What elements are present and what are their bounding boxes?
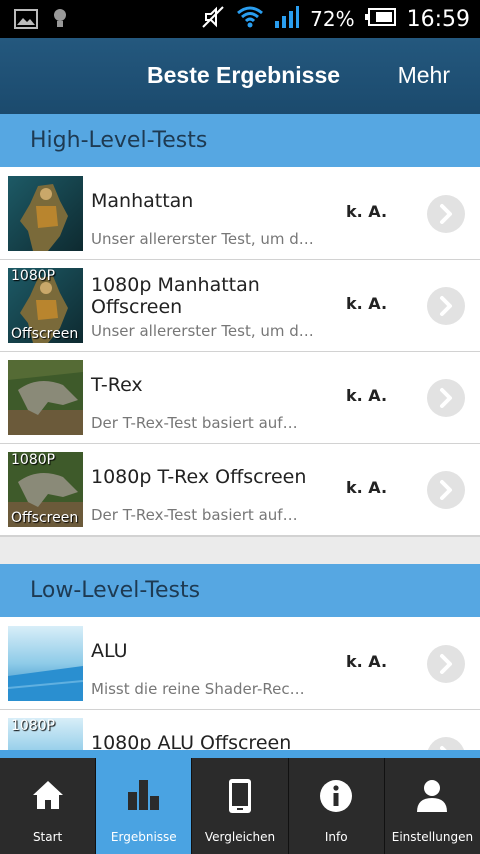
row-title: ALU <box>91 640 128 662</box>
row-title: 1080p Manhattan Offscreen <box>91 274 260 318</box>
row-description: Unser allererster Test, um d… <box>91 230 314 248</box>
row-title: 1080p T-Rex Offscreen <box>91 466 307 488</box>
chevron-right-icon[interactable] <box>427 645 465 683</box>
tab-ergebnisse[interactable]: Ergebnisse <box>96 758 193 854</box>
list-item[interactable]: 1080P Offscreen 1080p Manhattan Offscree… <box>0 260 480 352</box>
row-title: 1080p ALU Offscreen <box>91 732 292 750</box>
thumbnail-alu-offscreen: 1080P <box>8 718 83 750</box>
status-bar: 72% 16:59 <box>0 0 480 38</box>
wifi-icon <box>236 5 264 33</box>
section-divider <box>0 536 480 564</box>
phone-icon <box>227 778 253 818</box>
tab-vergleichen[interactable]: Vergleichen <box>192 758 289 854</box>
list-item[interactable]: ALU Misst die reine Shader-Rec… k. A. <box>0 618 480 710</box>
more-button[interactable]: Mehr <box>398 62 450 89</box>
row-description: Der T-Rex-Test basiert auf… <box>91 414 298 432</box>
section-header-low-level: Low-Level-Tests <box>0 564 480 618</box>
row-score: k. A. <box>346 478 388 497</box>
thumbnail-t-rex <box>8 360 83 435</box>
row-title: T-Rex <box>91 374 143 396</box>
list-item[interactable]: Manhattan Unser allererster Test, um d… … <box>0 168 480 260</box>
home-icon <box>31 778 65 818</box>
chevron-right-icon[interactable] <box>427 737 465 750</box>
row-score: k. A. <box>346 294 388 313</box>
clock: 16:59 <box>406 6 470 32</box>
tab-start[interactable]: Start <box>0 758 97 854</box>
person-icon <box>415 778 449 818</box>
thumbnail-manhattan <box>8 176 83 251</box>
tab-einstellungen[interactable]: Einstellungen <box>384 758 480 854</box>
info-icon <box>318 778 354 818</box>
bottom-tab-bar: Start Ergebnisse Vergleichen Info Einste… <box>0 750 480 854</box>
bar-chart-icon <box>126 778 162 818</box>
signal-icon <box>274 5 300 33</box>
thumb-badge-resolution: 1080P <box>11 452 56 468</box>
action-bar: Beste Ergebnisse Mehr <box>0 38 480 114</box>
tab-label: Einstellungen <box>391 830 474 844</box>
row-description: Unser allererster Test, um d… <box>91 322 314 340</box>
list-item[interactable]: T-Rex Der T-Rex-Test basiert auf… k. A. <box>0 352 480 444</box>
page-title: Beste Ergebnisse <box>147 62 341 88</box>
tab-label: Vergleichen <box>204 830 276 844</box>
chevron-right-icon[interactable] <box>427 379 465 417</box>
tab-label: Info <box>324 830 348 844</box>
chevron-right-icon[interactable] <box>427 195 465 233</box>
chevron-right-icon[interactable] <box>427 471 465 509</box>
tab-info[interactable]: Info <box>288 758 385 854</box>
results-list[interactable]: High-Level-Tests Manhattan Unser allerer… <box>0 114 480 750</box>
bulb-icon <box>52 8 68 34</box>
row-description: Misst die reine Shader-Rec… <box>91 680 305 698</box>
picture-icon <box>14 9 38 33</box>
row-score: k. A. <box>346 386 388 405</box>
thumb-badge-resolution: 1080P <box>11 718 56 734</box>
thumb-badge-offscreen: Offscreen <box>11 510 79 526</box>
row-score: k. A. <box>346 652 388 671</box>
thumbnail-manhattan-offscreen: 1080P Offscreen <box>8 268 83 343</box>
list-item[interactable]: 1080P Offscreen 1080p T-Rex Offscreen De… <box>0 444 480 536</box>
thumb-badge-resolution: 1080P <box>11 268 56 284</box>
tab-label: Start <box>32 830 63 844</box>
list-item[interactable]: 1080P 1080p ALU Offscreen <box>0 710 480 750</box>
row-description: Der T-Rex-Test basiert auf… <box>91 506 298 524</box>
row-title: Manhattan <box>91 190 194 212</box>
battery-icon <box>364 7 397 31</box>
thumbnail-t-rex-offscreen: 1080P Offscreen <box>8 452 83 527</box>
thumb-badge-offscreen: Offscreen <box>11 326 79 342</box>
row-score: k. A. <box>346 202 388 221</box>
section-header-high-level: High-Level-Tests <box>0 114 480 168</box>
tab-label: Ergebnisse <box>110 830 177 844</box>
chevron-right-icon[interactable] <box>427 287 465 325</box>
battery-percent: 72% <box>310 7 355 31</box>
mute-icon <box>200 4 226 34</box>
thumbnail-alu <box>8 626 83 701</box>
